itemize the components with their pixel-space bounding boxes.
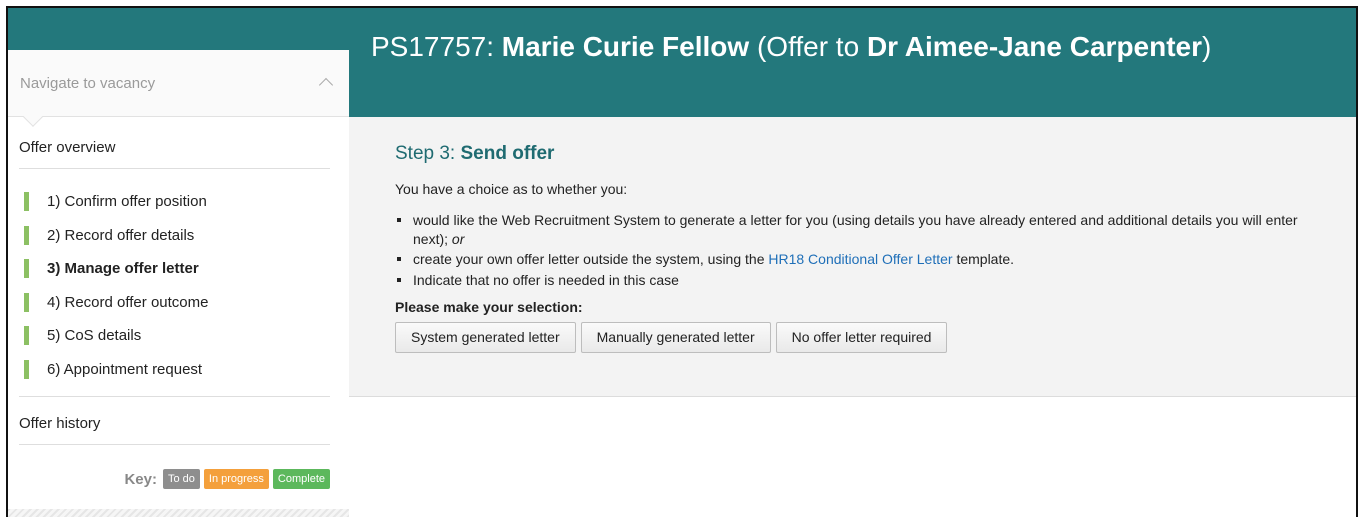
step-item-record-offer-outcome[interactable]: 4) Record offer outcome bbox=[19, 290, 330, 324]
step-number: Step 3: bbox=[395, 143, 461, 164]
status-bar bbox=[24, 225, 29, 245]
chevron-up-icon bbox=[318, 77, 334, 93]
step-name: Send offer bbox=[460, 143, 555, 164]
hr18-template-link[interactable]: HR18 Conditional Offer Letter bbox=[768, 251, 952, 267]
step-item-manage-offer-letter[interactable]: 3) Manage offer letter bbox=[19, 256, 330, 290]
main-content: PS17757: Marie Curie Fellow (Offer to Dr… bbox=[349, 8, 1356, 517]
status-key: Key: To do In progress Complete bbox=[19, 445, 330, 489]
system-generated-letter-button[interactable]: System generated letter bbox=[395, 322, 576, 353]
app-frame: Navigate to vacancy Offer overview 1) Co… bbox=[6, 6, 1358, 517]
status-bar bbox=[24, 259, 29, 278]
step-item-record-offer-details[interactable]: 2) Record offer details bbox=[19, 223, 330, 257]
selection-label: Please make your selection: bbox=[395, 299, 583, 315]
vacancy-ref: PS17757: bbox=[371, 31, 494, 62]
status-bar bbox=[24, 326, 29, 345]
intro-text: You have a choice as to whether you: bbox=[395, 181, 628, 197]
or-text: or bbox=[451, 230, 465, 247]
navigate-to-vacancy-toggle[interactable]: Navigate to vacancy bbox=[8, 50, 349, 127]
step-heading: Step 3: Send offer bbox=[395, 143, 1326, 165]
sidebar: Navigate to vacancy Offer overview 1) Co… bbox=[8, 8, 349, 517]
send-offer-panel: Step 3: Send offer You have a choice as … bbox=[349, 117, 1356, 397]
status-bar bbox=[24, 359, 29, 379]
badge-complete: Complete bbox=[272, 469, 330, 489]
offer-history-link[interactable]: Offer history bbox=[19, 397, 330, 445]
choice-system-letter: would like the Web Recruitment System to… bbox=[395, 211, 1326, 248]
choice-text: create your own offer letter outside the… bbox=[413, 251, 769, 267]
sidebar-header-band bbox=[8, 8, 349, 50]
choice-no-offer: Indicate that no offer is needed in this… bbox=[395, 271, 1326, 290]
step-item-cos-details[interactable]: 5) CoS details bbox=[19, 323, 330, 357]
no-offer-letter-required-button[interactable]: No offer letter required bbox=[775, 322, 948, 353]
selection-buttons: System generated letter Manually generat… bbox=[395, 322, 1326, 353]
step-label: 4) Record offer outcome bbox=[47, 293, 209, 311]
status-bar bbox=[24, 192, 29, 211]
choice-text: Indicate that no offer is needed in this… bbox=[413, 271, 679, 288]
step-label: 1) Confirm offer position bbox=[47, 193, 207, 210]
manually-generated-letter-button[interactable]: Manually generated letter bbox=[580, 322, 771, 353]
offer-suffix: ) bbox=[1202, 31, 1212, 62]
candidate-name: Dr Aimee-Jane Carpenter bbox=[866, 31, 1203, 62]
choice-text: would like the Web Recruitment System to… bbox=[413, 212, 1298, 247]
step-label: 6) Appointment request bbox=[47, 360, 203, 378]
offer-prefix: (Offer to bbox=[756, 31, 867, 62]
step-label: 3) Manage offer letter bbox=[47, 260, 199, 277]
offer-overview-link[interactable]: Offer overview bbox=[19, 117, 330, 169]
offer-steps-list: 1) Confirm offer position 2) Record offe… bbox=[19, 169, 330, 397]
sidebar-footer-hatch bbox=[8, 509, 349, 517]
choice-own-letter: create your own offer letter outside the… bbox=[395, 250, 1326, 269]
choice-text-end: template. bbox=[952, 251, 1015, 267]
step-label: 2) Record offer details bbox=[47, 226, 195, 244]
page-title: PS17757: Marie Curie Fellow (Offer to Dr… bbox=[349, 8, 1356, 117]
step-item-appointment-request[interactable]: 6) Appointment request bbox=[19, 357, 330, 391]
choices-list: would like the Web Recruitment System to… bbox=[395, 211, 1326, 289]
navigate-to-vacancy-label: Navigate to vacancy bbox=[20, 74, 156, 92]
post-title: Marie Curie Fellow bbox=[501, 31, 750, 62]
offer-nav: Offer overview 1) Confirm offer position… bbox=[19, 117, 330, 489]
badge-in-progress: In progress bbox=[203, 469, 269, 489]
step-item-confirm-offer-position[interactable]: 1) Confirm offer position bbox=[19, 189, 330, 223]
badge-to-do: To do bbox=[162, 469, 200, 489]
key-label: Key: bbox=[124, 470, 157, 488]
step-label: 5) CoS details bbox=[47, 327, 142, 344]
status-bar bbox=[24, 292, 29, 312]
